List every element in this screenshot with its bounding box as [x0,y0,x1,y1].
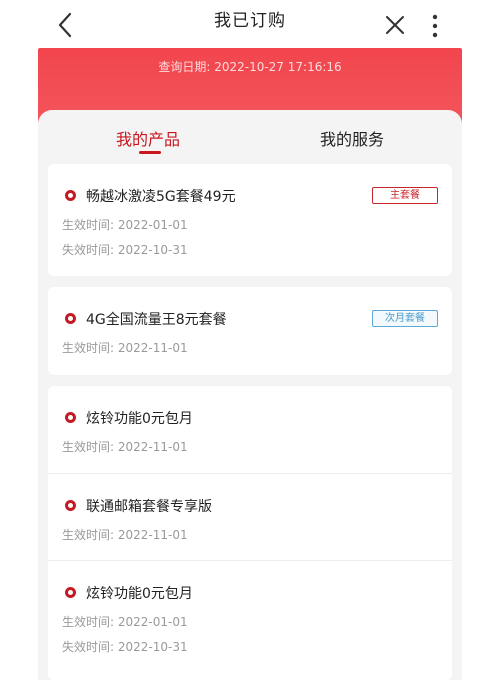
next-month-plan-badge: 次月套餐 [372,310,438,327]
tab-active-indicator [139,151,161,154]
product-name: 炫铃功能0元包月 [86,586,193,602]
effective-value: 2022-11-01 [117,440,188,454]
tab-my-products[interactable]: 我的产品 [116,126,180,150]
effective-label: 生效时间: [62,615,115,629]
bullet-icon [65,500,76,511]
list-item: 4G全国流量王8元套餐 次月套餐 生效时间: 2022-11-01 [48,287,452,375]
content-panel: 我的产品 我的服务 畅越冰激凌5G套餐49元 主套餐 生效时间: 2022-01… [38,110,462,680]
product-group-card: 炫铃功能0元包月 生效时间: 2022-11-01 联通邮箱套餐专享版 生效时间… [48,386,452,680]
expire-value: 2022-10-31 [117,640,188,654]
product-card[interactable]: 畅越冰激凌5G套餐49元 主套餐 生效时间: 2022-01-01 失效时间: … [48,164,452,276]
bullet-icon [65,313,76,324]
query-date: 查询日期: 2022-10-27 17:16:16 [38,58,462,75]
bullet-icon [65,412,76,423]
list-item: 畅越冰激凌5G套餐49元 主套餐 生效时间: 2022-01-01 失效时间: … [48,164,452,276]
expire-time: 失效时间: 2022-10-31 [62,638,188,655]
effective-value: 2022-01-01 [117,615,188,629]
more-vertical-icon [432,14,438,38]
expire-label: 失效时间: [62,243,115,257]
bullet-icon [65,587,76,598]
effective-time: 生效时间: 2022-01-01 [62,613,188,630]
page-title: 我已订购 [214,11,286,31]
list-item[interactable]: 联通邮箱套餐专享版 生效时间: 2022-11-01 [48,473,452,560]
bullet-icon [65,190,76,201]
effective-label: 生效时间: [62,218,115,232]
effective-value: 2022-11-01 [117,528,188,542]
product-name: 联通邮箱套餐专享版 [86,499,212,515]
effective-label: 生效时间: [62,528,115,542]
close-icon [386,16,404,34]
effective-time: 生效时间: 2022-11-01 [62,438,188,455]
effective-label: 生效时间: [62,440,115,454]
effective-time: 生效时间: 2022-11-01 [62,526,188,543]
tab-bar: 我的产品 我的服务 [38,110,462,164]
effective-value: 2022-11-01 [117,341,188,355]
product-card[interactable]: 4G全国流量王8元套餐 次月套餐 生效时间: 2022-11-01 [48,287,452,375]
main-plan-badge: 主套餐 [372,187,438,204]
expire-time: 失效时间: 2022-10-31 [62,241,188,258]
query-date-label: 查询日期: [158,60,211,74]
tab-my-services[interactable]: 我的服务 [320,126,384,150]
query-date-value: 2022-10-27 17:16:16 [214,60,342,74]
effective-time: 生效时间: 2022-11-01 [62,339,188,356]
product-name: 炫铃功能0元包月 [86,411,193,427]
product-name: 畅越冰激凌5G套餐49元 [86,189,236,205]
top-bar: 我已订购 [0,0,500,50]
list-item[interactable]: 炫铃功能0元包月 生效时间: 2022-01-01 失效时间: 2022-10-… [48,560,452,678]
more-button[interactable] [428,12,442,40]
effective-label: 生效时间: [62,341,115,355]
product-name: 4G全国流量王8元套餐 [86,312,227,328]
close-button[interactable] [382,12,408,38]
effective-time: 生效时间: 2022-01-01 [62,216,188,233]
expire-label: 失效时间: [62,640,115,654]
expire-value: 2022-10-31 [117,243,188,257]
effective-value: 2022-01-01 [117,218,188,232]
list-item[interactable]: 炫铃功能0元包月 生效时间: 2022-11-01 [48,386,452,473]
